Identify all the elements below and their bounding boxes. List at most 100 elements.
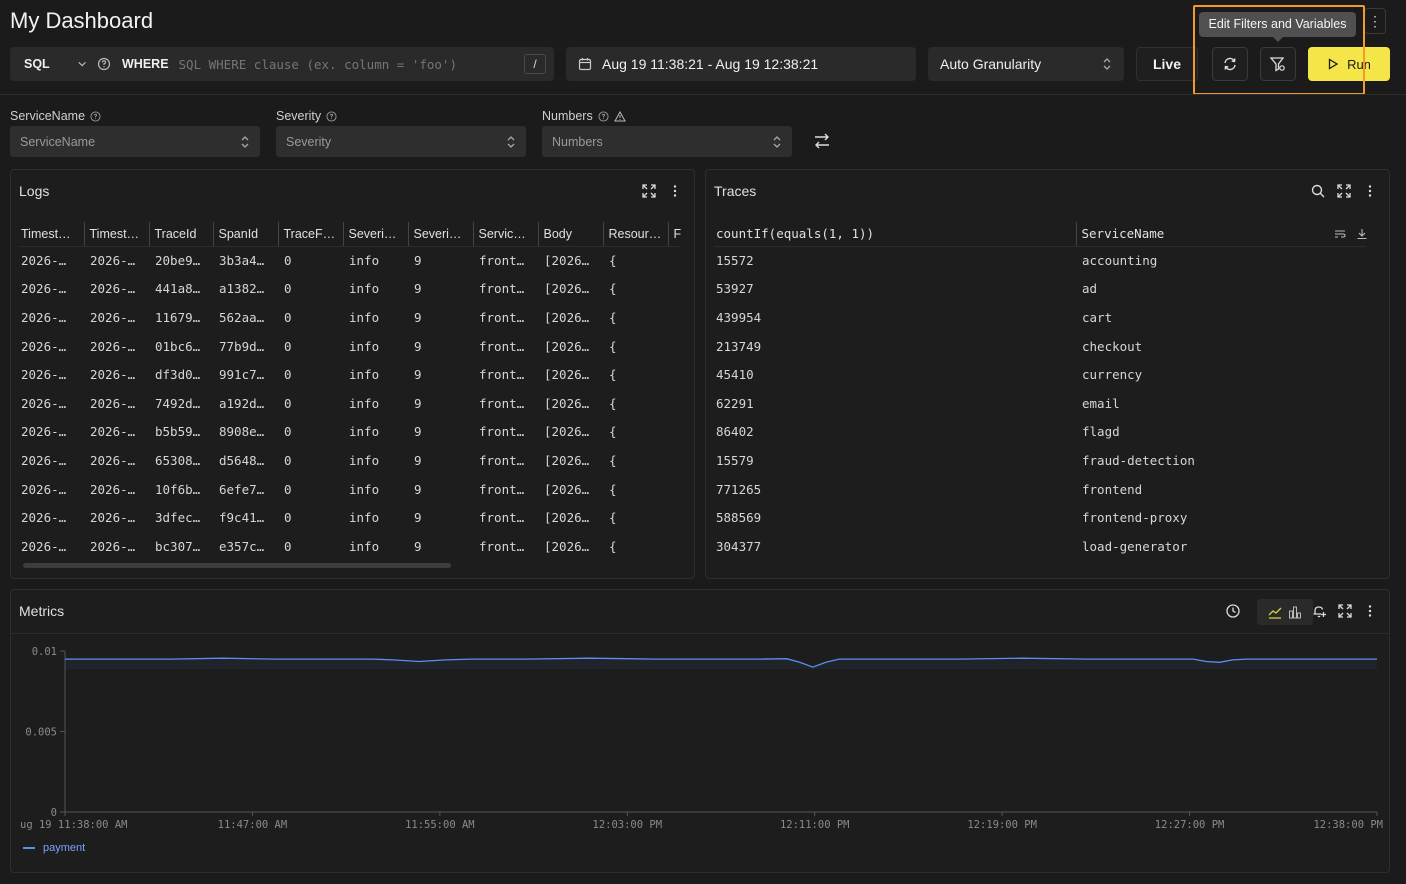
table-row[interactable]: 2026-… 2026-… bc307… e357c… 0 info 9 front… [202…: [19, 532, 681, 561]
horizontal-scrollbar[interactable]: [23, 563, 451, 568]
chevron-up-down-icon: [773, 135, 781, 148]
table-cell: info: [349, 452, 380, 468]
granularity-value: Auto Granularity: [940, 56, 1042, 72]
table-cell: 213749: [716, 338, 762, 354]
table-cell: [2026…: [544, 510, 590, 526]
more-vertical-icon[interactable]: [1362, 183, 1378, 199]
table-row[interactable]: 588569 frontend-proxy: [714, 503, 1366, 532]
table-row[interactable]: 2026-… 2026-… 20be9… 3b3a4… 0 info 9 front… [202…: [19, 246, 681, 275]
table-row[interactable]: 2026-… 2026-… 7492d… a192d… 0 info 9 front… [202…: [19, 389, 681, 418]
table-cell: 2026-…: [90, 309, 136, 325]
filter-select-numbers[interactable]: Numbers: [542, 126, 792, 157]
table-row[interactable]: 2026-… 2026-… b5b59… 8908e… 0 info 9 front… [202…: [19, 418, 681, 447]
table-row[interactable]: 2026-… 2026-… df3d0… 991c7… 0 info 9 front… [202…: [19, 360, 681, 389]
table-cell: 2026-…: [90, 538, 136, 554]
table-cell: 2026-…: [21, 481, 67, 497]
table-cell: 991c7…: [219, 367, 265, 383]
table-row[interactable]: 86402 flagd: [714, 418, 1366, 447]
warning-icon[interactable]: [613, 110, 626, 122]
logs-column-header[interactable]: Severi…: [342, 222, 408, 247]
live-button[interactable]: Live: [1136, 47, 1198, 81]
table-row[interactable]: 439954 cart: [714, 303, 1366, 332]
table-cell: 0: [284, 424, 292, 440]
time-range-value: Aug 19 11:38:21 - Aug 19 12:38:21: [602, 56, 819, 72]
edit-filters-button[interactable]: [1260, 47, 1296, 81]
chevron-up-down-icon: [241, 135, 249, 148]
table-row[interactable]: 2026-… 2026-… 10f6b… 6efe7… 0 info 9 front… [202…: [19, 475, 681, 504]
filter-select-severity[interactable]: Severity: [276, 126, 526, 157]
logs-column-header[interactable]: TraceF…: [277, 222, 343, 247]
bell-plus-icon[interactable]: [1311, 603, 1327, 619]
more-vertical-icon[interactable]: [667, 183, 683, 199]
logs-column-header[interactable]: F: [667, 222, 682, 247]
table-row[interactable]: 15572 accounting: [714, 246, 1366, 275]
table-row[interactable]: 45410 currency: [714, 360, 1366, 389]
bar-chart-icon[interactable]: [1288, 605, 1302, 619]
table-cell: front…: [479, 367, 525, 383]
time-range-picker[interactable]: Aug 19 11:38:21 - Aug 19 12:38:21: [566, 47, 916, 81]
refresh-button[interactable]: [1212, 47, 1248, 81]
table-row[interactable]: 2026-… 2026-… 01bc6… 77b9d… 0 info 9 front… [202…: [19, 332, 681, 361]
table-row[interactable]: 2026-… 2026-… 3dfec… f9c41… 0 info 9 front… [202…: [19, 503, 681, 532]
table-row[interactable]: 213749 checkout: [714, 332, 1366, 361]
table-cell: 0: [284, 452, 292, 468]
chevron-down-icon: [78, 61, 86, 67]
logs-column-header[interactable]: Servic…: [472, 222, 538, 247]
search-icon[interactable]: [1310, 183, 1326, 199]
table-row[interactable]: 771265 frontend: [714, 475, 1366, 504]
table-row[interactable]: 53927 ad: [714, 275, 1366, 304]
dashboard-menu-button[interactable]: ⋮: [1364, 8, 1386, 34]
table-row[interactable]: 62291 email: [714, 389, 1366, 418]
info-icon[interactable]: [598, 110, 609, 122]
traces-column-header[interactable]: ServiceName: [1075, 222, 1366, 247]
expand-icon[interactable]: [1337, 603, 1353, 619]
where-clause-input[interactable]: [178, 56, 509, 72]
table-row[interactable]: 2026-… 2026-… 11679… 562aa… 0 info 9 front… [202…: [19, 303, 681, 332]
chart-legend[interactable]: payment: [23, 842, 85, 854]
table-cell: 86402: [716, 424, 754, 440]
table-row[interactable]: 2026-… 2026-… 65308… d5648… 0 info 9 front… [202…: [19, 446, 681, 475]
table-cell: cart: [1082, 309, 1113, 325]
table-cell: info: [349, 424, 380, 440]
logs-column-header[interactable]: Body: [537, 222, 603, 247]
table-cell: info: [349, 367, 380, 383]
logs-column-header[interactable]: SpanId: [212, 222, 278, 247]
info-icon[interactable]: [326, 110, 337, 122]
run-button[interactable]: Run: [1308, 47, 1390, 81]
filter-select-servicename[interactable]: ServiceName: [10, 126, 260, 157]
swap-arrows-icon[interactable]: [812, 131, 832, 151]
table-cell: 2026-…: [21, 281, 67, 297]
help-icon[interactable]: [96, 56, 112, 72]
info-icon[interactable]: [90, 110, 101, 122]
table-row[interactable]: 304377 load-generator: [714, 532, 1366, 561]
table-cell: front…: [479, 424, 525, 440]
expand-icon[interactable]: [1336, 183, 1352, 199]
table-cell-empty: [668, 532, 681, 561]
table-cell: [2026…: [544, 338, 590, 354]
table-cell: accounting: [1082, 253, 1158, 269]
table-row[interactable]: 15579 fraud-detection: [714, 446, 1366, 475]
granularity-select[interactable]: Auto Granularity: [928, 47, 1124, 81]
logs-column-header[interactable]: Timest…: [83, 222, 149, 247]
clock-icon[interactable]: [1225, 603, 1241, 619]
table-row[interactable]: 2026-… 2026-… 441a8… a1382… 0 info 9 front… [202…: [19, 275, 681, 304]
table-cell: {: [609, 281, 617, 297]
table-cell-empty: [668, 360, 681, 389]
logs-column-header[interactable]: TraceId: [148, 222, 213, 247]
traces-panel: Traces countIf(equals(1, 1)) ServiceName…: [705, 169, 1390, 579]
logs-column-header[interactable]: Severi…: [407, 222, 473, 247]
play-icon: [1328, 58, 1339, 70]
table-cell: 0: [284, 253, 292, 269]
expand-icon[interactable]: [641, 183, 657, 199]
logs-column-header[interactable]: Resour…: [602, 222, 668, 247]
download-icon[interactable]: [1356, 228, 1368, 240]
chart-type-toggle[interactable]: [1257, 599, 1313, 625]
table-cell: [2026…: [544, 395, 590, 411]
more-vertical-icon[interactable]: [1362, 603, 1378, 619]
traces-column-header[interactable]: countIf(equals(1, 1)): [714, 222, 1076, 247]
logs-column-header[interactable]: Timest…: [19, 222, 84, 247]
line-chart-icon[interactable]: [1268, 605, 1282, 619]
query-language-select[interactable]: SQL: [10, 47, 86, 81]
wrap-text-icon[interactable]: [1334, 228, 1346, 240]
table-cell: 77b9d…: [219, 338, 265, 354]
